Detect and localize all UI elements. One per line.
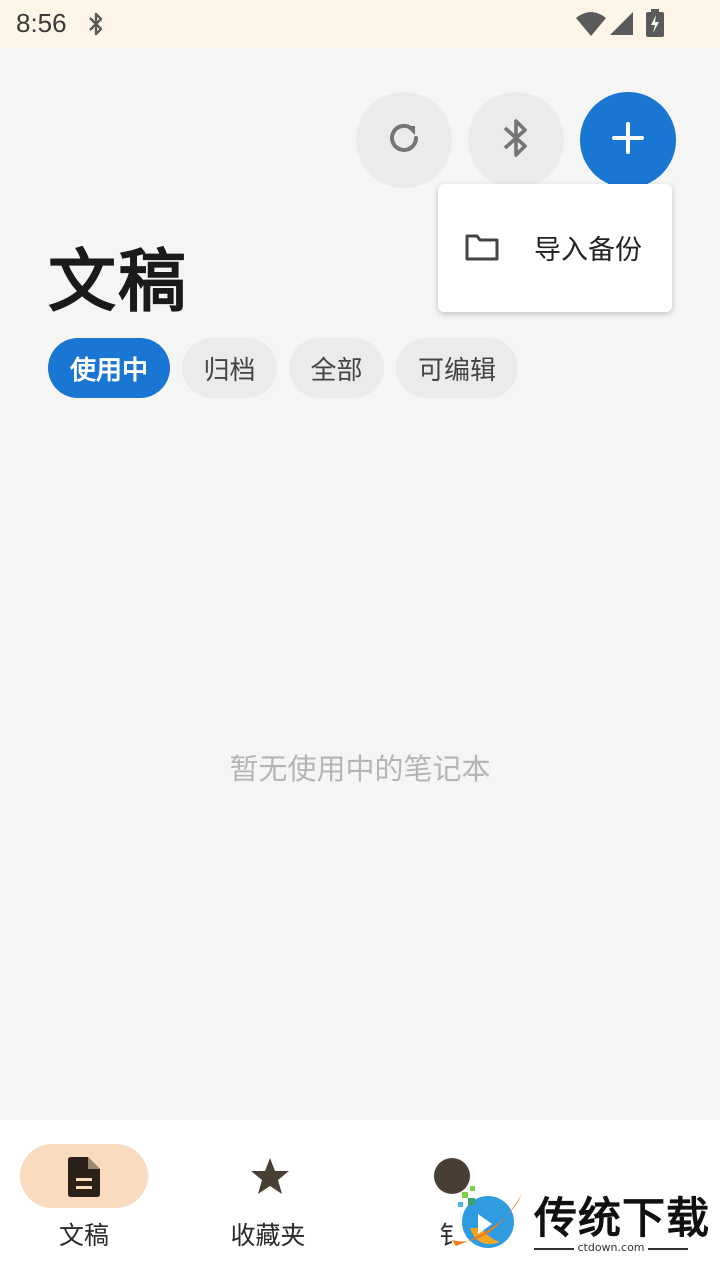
filter-chip-all[interactable]: 全部 xyxy=(289,338,384,398)
watermark-emblem-icon xyxy=(448,1180,528,1264)
status-bar: 8:56 xyxy=(0,0,720,48)
folder-icon xyxy=(464,232,500,266)
empty-state-text: 暂无使用中的笔记本 xyxy=(229,752,491,786)
bluetooth-button[interactable] xyxy=(468,92,564,188)
refresh-icon xyxy=(384,118,424,162)
add-menu: 导入备份 xyxy=(438,184,672,312)
nav-item-favorites[interactable]: 收藏夹 xyxy=(204,1120,332,1280)
menu-item-import-backup[interactable]: 导入备份 xyxy=(438,184,672,312)
page-title: 文稿 xyxy=(48,243,189,322)
nav-label: 文稿 xyxy=(58,1221,109,1250)
refresh-button[interactable] xyxy=(356,92,452,188)
watermark-logo: 传统下载 ctdown.com xyxy=(448,1180,709,1260)
nav-item-documents[interactable]: 文稿 xyxy=(20,1120,148,1280)
star-icon xyxy=(250,1156,290,1200)
filter-chip-in-use[interactable]: 使用中 xyxy=(48,338,170,398)
status-time: 8:56 xyxy=(16,8,67,38)
filter-chip-editable[interactable]: 可编辑 xyxy=(396,338,518,398)
wifi-icon xyxy=(575,10,607,40)
menu-item-label: 导入备份 xyxy=(534,235,642,266)
watermark-title: 传统下载 xyxy=(534,1194,710,1244)
plus-icon xyxy=(611,121,645,159)
add-button[interactable] xyxy=(580,92,676,188)
watermark-subtitle: ctdown.com xyxy=(534,1242,688,1254)
battery-charging-icon xyxy=(645,9,665,41)
filter-chip-archived[interactable]: 归档 xyxy=(182,338,277,398)
nav-label: 收藏夹 xyxy=(230,1221,306,1250)
signal-icon xyxy=(608,10,634,40)
bluetooth-status-icon xyxy=(86,10,106,42)
bluetooth-icon xyxy=(499,115,533,165)
document-icon xyxy=(66,1156,102,1202)
